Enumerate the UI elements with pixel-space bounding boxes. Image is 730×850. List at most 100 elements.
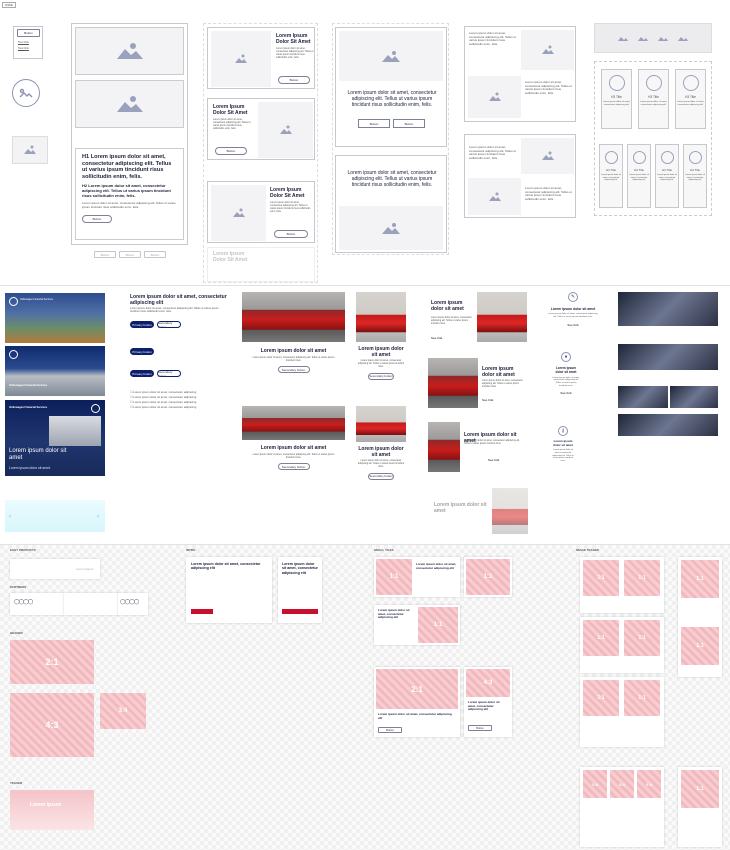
card-text: Lorem ipsum dolor sit amet, consectetur … [347, 90, 437, 108]
tab-button[interactable]: Button [94, 251, 116, 258]
tab-button[interactable]: Button [119, 251, 141, 258]
card-title: Lorem Ipsum Dolor Sit Amet [213, 251, 248, 263]
primary-button[interactable]: Primary button [130, 348, 154, 355]
image-icon [658, 37, 668, 41]
car-row: Lorem ipsum dolor sit amet Lorem ipsum d… [428, 422, 528, 472]
tab-button[interactable]: Button [144, 251, 166, 258]
section-label: IMAGE TEASER [576, 548, 599, 552]
van-image [49, 416, 101, 446]
image-placeholder [468, 178, 521, 215]
card-text: Lorem ipsum dolor sit amet, consectetur … [469, 31, 516, 46]
split-card-wire: Lorem Ipsum Dolor Sit Amet Lorem ipsum d… [207, 27, 315, 89]
car-image [242, 292, 345, 342]
image-icon [488, 92, 501, 101]
icon-tile[interactable]: H3 Title Lorem ipsum dolor sit amet, con… [638, 69, 669, 129]
ratio-placeholder: 1:1 [681, 770, 719, 808]
photo-strip [618, 344, 718, 370]
card-button[interactable]: Button [393, 119, 425, 128]
see-link[interactable]: See link [488, 458, 499, 462]
vw-logo-icon [9, 350, 18, 359]
card-button[interactable]: Secondary button [277, 366, 310, 373]
vw-logo-icon [91, 404, 100, 413]
teaser-button[interactable]: Button [468, 725, 492, 731]
icon-tile[interactable]: H3 Title Lorem ipsum dolor sit amet, con… [655, 144, 679, 208]
image-icon [541, 151, 554, 160]
car-row-faded: Lorem ipsum dolor sit amet [430, 488, 530, 538]
partner-logos: ◯◯◯◯ [10, 593, 64, 615]
icon-tile[interactable]: H3 Title Lorem ipsum dolor sit amet, con… [599, 144, 623, 208]
teaser-button[interactable]: Button [378, 727, 402, 733]
partner-logos: ◯◯◯◯ [118, 593, 148, 615]
card-button[interactable]: Button [215, 147, 247, 155]
photo-strip [618, 386, 668, 408]
icon-tile[interactable]: H3 Title Lorem ipsum dolor sit amet, con… [627, 144, 651, 208]
partner-text [64, 593, 118, 615]
banner-large: Volkswagen Financial Services Lorem ipsu… [5, 400, 105, 476]
see-link[interactable]: See link [548, 323, 598, 327]
ratio-placeholder: 1:1 [681, 627, 719, 665]
card-text: Lorem ipsum dolor sit amet, consectetur … [276, 47, 314, 59]
menu-link[interactable]: Text link [18, 40, 29, 44]
menu-button[interactable]: Button [17, 29, 40, 37]
teaser-title: Lorem ipsum dolor sit amet, consectetur … [378, 712, 452, 720]
split-card-wire: Lorem Ipsum Dolor Sit Amet Lorem ipsum d… [207, 98, 315, 160]
card-button[interactable]: Button [274, 230, 308, 238]
intro-title: Lorem ipsum dolor sit amet, consectetur … [191, 562, 261, 571]
intro-button[interactable] [191, 609, 213, 614]
intro-button[interactable] [282, 609, 318, 614]
section-label: EASY PRODUCTS [10, 548, 36, 552]
car-image [492, 488, 528, 534]
icon-tile[interactable]: H3 Title Lorem ipsum dolor sit amet, con… [683, 144, 707, 208]
feature-item: ✎ Lorem ipsum dolor sit amet Lorem ipsum… [548, 292, 598, 352]
input-row[interactable]: Lorem ipsum [10, 559, 100, 579]
card-text: Lorem ipsum dolor sit amet, consectetur … [213, 118, 251, 130]
chevron-right-icon[interactable]: › [97, 514, 99, 520]
tile-title: H3 Title [611, 95, 622, 99]
section-label: PARTNERS [10, 585, 27, 589]
image-placeholder [258, 102, 313, 158]
menu-link[interactable]: Text link [18, 46, 29, 50]
image-placeholder [211, 31, 271, 87]
card-button[interactable]: Button [358, 119, 390, 128]
see-link[interactable]: See link [431, 336, 442, 340]
image-icon [232, 208, 245, 217]
image-icon [116, 43, 143, 59]
primary-button[interactable]: Primary button [130, 321, 154, 328]
row-card-wire-group: Lorem ipsum dolor sit amet, consectetur … [464, 26, 576, 122]
card-title: Lorem ipsum dolor sit amet [358, 446, 404, 458]
tile-title: H3 Title [648, 95, 659, 99]
see-link[interactable]: See link [482, 398, 493, 402]
primary-button[interactable]: Primary button [130, 370, 154, 377]
section-label: SMALL TILES [374, 548, 394, 552]
card-button[interactable]: Secondary button [368, 472, 394, 480]
image-placeholder [521, 30, 574, 70]
ratio-placeholder: 3:4 [100, 693, 146, 729]
feature-title: Lorem ipsum dolor sit amet [555, 366, 577, 374]
secondary-button[interactable]: Secondary button [157, 321, 181, 329]
card-button[interactable]: Button [278, 76, 310, 84]
ratio-placeholder: 4:3 [466, 669, 510, 697]
image-placeholder [339, 31, 443, 81]
ratio-placeholder: 1:1 [624, 680, 660, 716]
input-placeholder: Lorem ipsum [76, 567, 94, 571]
tile-text: Lorem ipsum dolor sit amet, consectetur … [603, 101, 630, 106]
image-teaser-group: 1:1 1:1 [580, 617, 664, 673]
icon-tile[interactable]: H3 Title Lorem ipsum dolor sit amet, con… [601, 69, 632, 129]
see-link[interactable]: See link [552, 391, 580, 395]
section-label: INTRO [186, 548, 196, 552]
secondary-button[interactable]: Secondary button [157, 370, 181, 378]
tile-title: H3 Title [605, 168, 617, 172]
icon-tile[interactable]: H3 Title Lorem ipsum dolor sit amet, con… [675, 69, 706, 129]
photo-strip [618, 292, 718, 326]
photo-strip [670, 386, 718, 408]
stack-card-wire-column: Lorem ipsum dolor sit amet, consectetur … [332, 23, 449, 255]
image-teaser-column: 1:1 [678, 767, 722, 847]
teaser-title: Lorem ipsum dolor sit amet, consectetur … [468, 700, 500, 712]
menu-wire: Button Text link Text link [13, 26, 43, 59]
card-button[interactable]: Secondary button [277, 463, 310, 470]
chevron-left-icon[interactable]: ‹ [9, 514, 11, 520]
hero-button[interactable]: Button [82, 215, 112, 224]
card-button[interactable]: Secondary button [368, 372, 394, 380]
card-title: Lorem Ipsum Dolor Sit Amet [270, 187, 305, 199]
banner-image: Volkswagen Financial Services [5, 293, 105, 343]
